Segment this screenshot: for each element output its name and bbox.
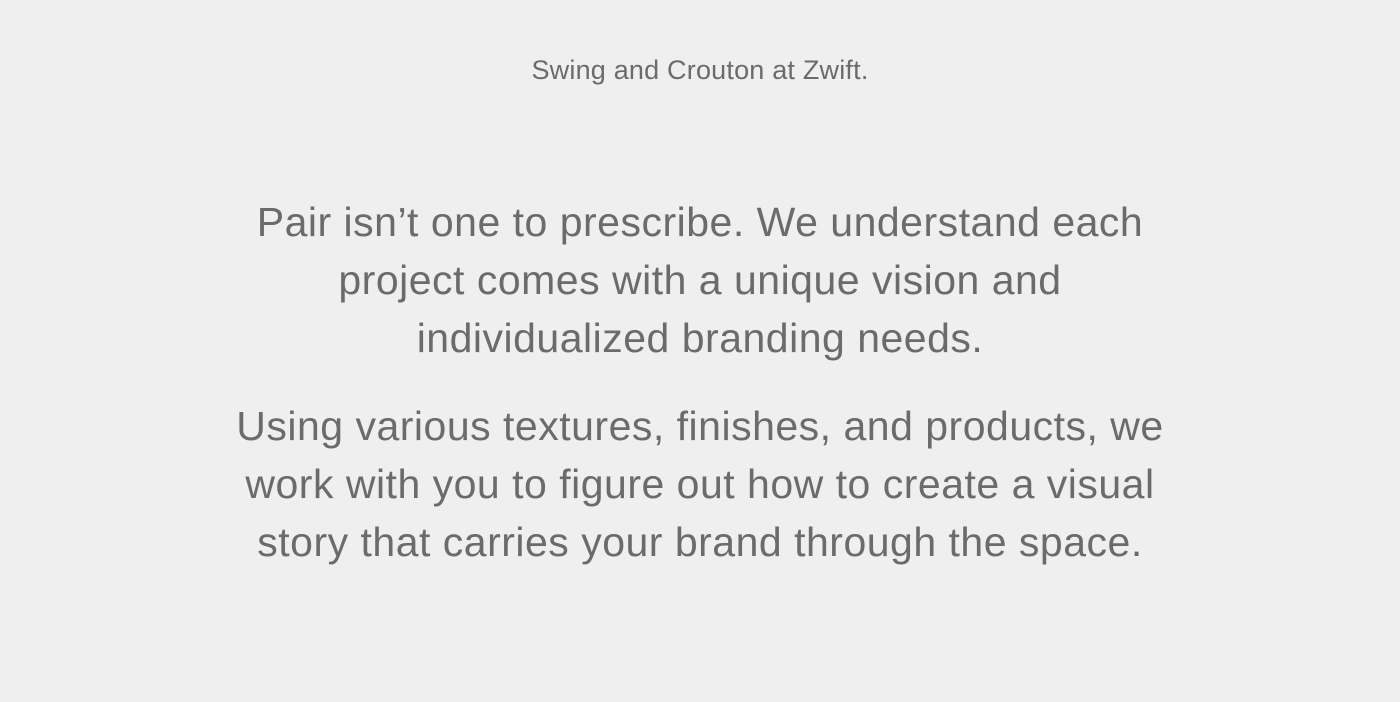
paragraph-line: Using various textures, finishes, and pr… — [236, 403, 1164, 449]
paragraph-line: Pair isn’t one to prescribe. We understa… — [256, 199, 1144, 245]
paragraph-line: work with you to figure out how to creat… — [245, 461, 1155, 507]
page: Swing and Crouton at Zwift. Pair isn’t o… — [0, 0, 1400, 702]
process-paragraph: Using various textures, finishes, and pr… — [150, 397, 1250, 571]
image-caption: Swing and Crouton at Zwift. — [531, 55, 869, 85]
intro-paragraph: Pair isn’t one to prescribe. We understa… — [150, 193, 1250, 367]
body-copy: Pair isn’t one to prescribe. We understa… — [150, 193, 1250, 571]
paragraph-line: project comes with a unique vision and — [338, 257, 1062, 303]
paragraph-line: story that carries your brand through th… — [257, 519, 1143, 565]
paragraph-line: individualized branding needs. — [416, 315, 984, 361]
